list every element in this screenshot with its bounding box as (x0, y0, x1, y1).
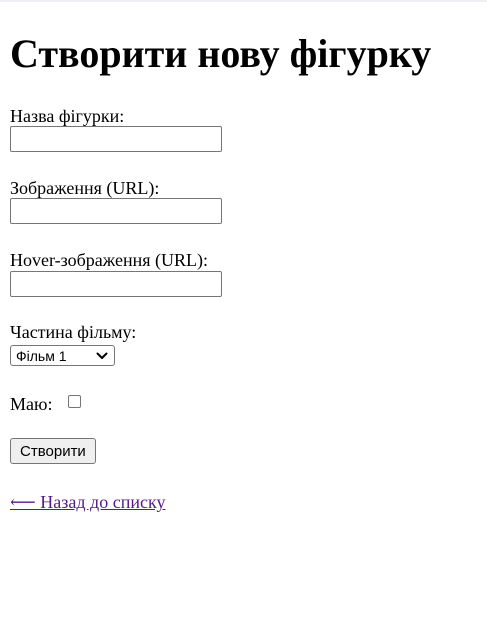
chevron-down-icon (96, 351, 110, 361)
image-url-label: Зображення (URL): (10, 178, 160, 198)
owned-checkbox[interactable] (68, 395, 81, 408)
film-part-label: Частина фільму: (10, 322, 137, 342)
name-label: Назва фігурки: (10, 106, 125, 126)
create-button[interactable]: Створити (10, 438, 96, 464)
hover-image-url-input[interactable] (10, 271, 222, 297)
film-part-select[interactable]: Фільм 1 (10, 345, 115, 366)
page-title: Створити нову фігурку (10, 31, 432, 76)
owned-label: Маю: (10, 394, 53, 414)
name-input[interactable] (10, 126, 222, 152)
hover-image-url-label: Hover-зображення (URL): (10, 250, 208, 270)
film-part-selected-value: Фільм 1 (16, 347, 67, 364)
back-to-list-link[interactable]: ⟵ Назад до списку (10, 492, 165, 513)
top-divider (0, 0, 487, 2)
image-url-input[interactable] (10, 198, 222, 224)
